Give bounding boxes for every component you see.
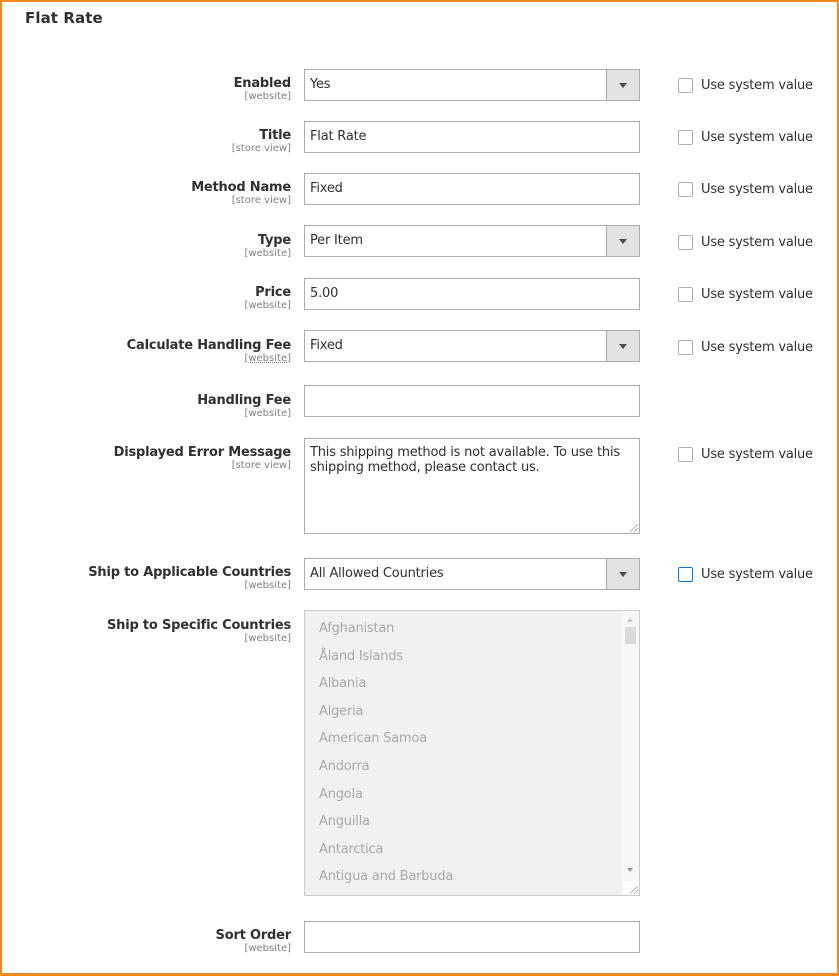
chevron-down-icon [619, 83, 627, 88]
ship-applicable-use-system-value[interactable]: Use system value [678, 565, 813, 583]
field-label-error-message: Displayed Error Message [store view] [0, 445, 292, 472]
label-text: Enabled [233, 76, 292, 91]
title-input[interactable]: Flat Rate [304, 121, 640, 153]
field-label-ship-specific: Ship to Specific Countries [website] [0, 618, 291, 645]
scrollbar[interactable] [622, 611, 639, 895]
chevron-down-icon [619, 572, 627, 577]
country-option[interactable]: Andorra [319, 756, 639, 784]
field-label-price: Price [website] [0, 285, 291, 312]
scope-text: [website] [244, 580, 291, 591]
country-option[interactable]: Albania [319, 673, 639, 701]
select-value: Fixed [310, 338, 343, 353]
country-option[interactable]: American Samoa [319, 728, 639, 756]
calculate-handling-fee-use-system-value[interactable]: Use system value [678, 338, 813, 356]
checkbox[interactable] [678, 129, 693, 145]
checkbox[interactable] [678, 566, 693, 582]
field-label-calculate-handling-fee: Calculate Handling Fee [website] [0, 338, 292, 365]
label-text: Ship to Specific Countries [107, 618, 291, 633]
resize-handle-icon[interactable] [630, 524, 638, 532]
checkbox[interactable] [678, 339, 693, 355]
select-value: Per Item [310, 233, 363, 248]
enabled-use-system-value[interactable]: Use system value [678, 76, 813, 94]
field-label-ship-applicable: Ship to Applicable Countries [website] [0, 565, 291, 592]
select-value: All Allowed Countries [310, 566, 444, 581]
scope-text: [website] [244, 408, 291, 419]
country-option[interactable]: Angola [319, 784, 639, 812]
country-option[interactable]: Anguilla [319, 811, 639, 839]
label-text: Method Name [191, 180, 291, 195]
checkbox[interactable] [678, 234, 693, 250]
checkbox[interactable] [678, 286, 693, 302]
checkbox-label: Use system value [701, 339, 813, 355]
scope-text: [store view] [231, 460, 291, 471]
chevron-down-icon [619, 344, 627, 349]
dropdown-button[interactable] [606, 559, 639, 589]
field-label-enabled: Enabled [website] [0, 76, 292, 103]
enabled-select[interactable]: Yes [304, 69, 640, 101]
scrollbar-thumb[interactable] [625, 627, 636, 644]
label-text: Type [257, 233, 291, 248]
dropdown-button[interactable] [606, 70, 639, 100]
sort-order-input[interactable] [304, 921, 640, 953]
price-input[interactable]: 5.00 [304, 278, 640, 310]
label-text: Title [259, 128, 291, 143]
checkbox[interactable] [678, 181, 693, 197]
field-label-handling-fee: Handling Fee [website] [0, 393, 291, 420]
checkbox-label: Use system value [701, 566, 813, 582]
country-list: Afghanistan Åland Islands Albania Algeri… [305, 611, 639, 894]
scroll-down-arrow-icon[interactable] [627, 868, 633, 872]
checkbox-label: Use system value [701, 129, 813, 145]
checkbox-label: Use system value [701, 286, 813, 302]
ship-applicable-select[interactable]: All Allowed Countries [304, 558, 640, 590]
field-label-title: Title [store view] [0, 128, 292, 155]
label-text: Calculate Handling Fee [126, 338, 292, 353]
checkbox[interactable] [678, 77, 693, 93]
type-use-system-value[interactable]: Use system value [678, 233, 813, 251]
error-message-textarea[interactable]: This shipping method is not available. T… [304, 438, 640, 534]
label-text: Handling Fee [197, 393, 291, 408]
dropdown-button[interactable] [606, 331, 639, 361]
label-text: Ship to Applicable Countries [88, 565, 291, 580]
scope-text: [website] [244, 300, 291, 311]
country-option[interactable]: Algeria [319, 701, 639, 729]
scope-text: [website] [244, 248, 291, 259]
error-message-use-system-value[interactable]: Use system value [678, 445, 813, 463]
type-select[interactable]: Per Item [304, 225, 640, 257]
country-option[interactable]: Åland Islands [319, 646, 639, 674]
section-title: Flat Rate [25, 9, 103, 27]
checkbox-label: Use system value [701, 234, 813, 250]
calculate-handling-fee-select[interactable]: Fixed [304, 330, 640, 362]
label-text: Sort Order [215, 928, 292, 943]
scope-text: [website] [244, 943, 291, 954]
method-name-input[interactable]: Fixed [304, 173, 640, 205]
select-value: Yes [310, 77, 331, 92]
field-label-sort-order: Sort Order [website] [0, 928, 292, 955]
field-label-method-name: Method Name [store view] [0, 180, 291, 207]
handling-fee-input[interactable] [304, 385, 640, 417]
title-use-system-value[interactable]: Use system value [678, 128, 813, 146]
dropdown-button[interactable] [606, 226, 639, 256]
country-option[interactable]: Antarctica [319, 839, 639, 867]
scope-text: [website] [244, 633, 291, 644]
country-option[interactable]: Afghanistan [319, 618, 639, 646]
label-text: Displayed Error Message [113, 445, 292, 460]
scope-text: [website] [244, 91, 291, 102]
label-text: Price [255, 285, 291, 300]
checkbox-label: Use system value [701, 77, 813, 93]
method-name-use-system-value[interactable]: Use system value [678, 180, 813, 198]
scroll-up-arrow-icon[interactable] [627, 618, 633, 622]
field-label-type: Type [website] [0, 233, 291, 260]
checkbox[interactable] [678, 446, 693, 462]
country-option[interactable]: Antigua and Barbuda [319, 866, 639, 894]
scope-text: [store view] [231, 143, 291, 154]
chevron-down-icon [619, 239, 627, 244]
textarea-value: This shipping method is not available. T… [310, 445, 620, 475]
checkbox-label: Use system value [701, 181, 813, 197]
checkbox-label: Use system value [701, 446, 813, 462]
scope-text: [store view] [231, 195, 291, 206]
ship-specific-countries-multiselect[interactable]: Afghanistan Åland Islands Albania Algeri… [304, 610, 640, 896]
price-use-system-value[interactable]: Use system value [678, 285, 813, 303]
scope-text: [website] [244, 353, 291, 364]
resize-handle-icon[interactable] [623, 881, 639, 895]
